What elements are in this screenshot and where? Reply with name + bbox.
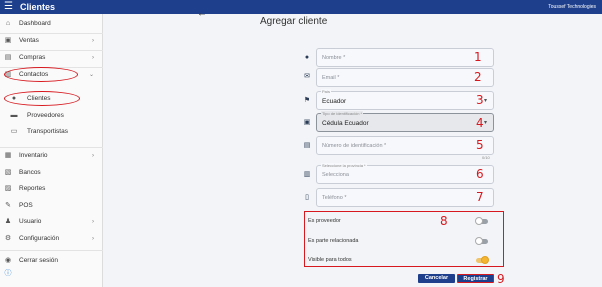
info-icon: ⓘ [4, 270, 12, 277]
pais-label: País [321, 89, 332, 94]
sidebar-item-ventas[interactable]: ▣ Ventas › [0, 33, 103, 49]
provincia-placeholder: Selecciona [322, 172, 349, 178]
tipo-identificacion-select[interactable]: Tipo de identificación * Cédula Ecuador … [316, 111, 494, 132]
sidebar-item-label: Bancos [19, 169, 41, 176]
annotation-8: 8 [440, 214, 448, 228]
info-button[interactable]: ⓘ [0, 266, 103, 282]
sidebar-item-compras[interactable]: ▤ Compras › [0, 50, 103, 66]
sidebar-item-label: Ventas [19, 37, 39, 44]
truck-icon: ▬ [10, 112, 18, 119]
mail-icon: ✉ [304, 73, 310, 80]
highlight-ellipse-clientes [4, 91, 80, 106]
sidebar-item-proveedores[interactable]: ▬ Proveedores [0, 108, 103, 124]
tipo-value: Cédula Ecuador [322, 120, 369, 127]
annotation-2: 2 [474, 70, 482, 84]
sidebar-item-inventario[interactable]: ▦ Inventario › [0, 148, 103, 164]
page-title: Clientes [20, 2, 56, 12]
highlight-ellipse-contactos [4, 67, 78, 82]
chevron-right-icon: › [92, 153, 94, 159]
sidebar-item-label: Proveedores [27, 112, 64, 119]
flag-icon: ⚑ [303, 97, 311, 104]
pais-value: Ecuador [322, 98, 347, 105]
telefono-field[interactable]: Teléfono * [316, 188, 494, 207]
sidebar-item-label: Inventario [19, 152, 48, 159]
sidebar-item-reportes[interactable]: ▨ Reportes [0, 181, 103, 197]
sidebar-item-transportistas[interactable]: ▭ Transportistas [0, 124, 103, 140]
telefono-placeholder: Teléfono * [322, 195, 347, 201]
user-icon: ♟ [4, 218, 12, 225]
phone-icon: ▯ [305, 194, 309, 201]
hamburger-icon[interactable]: ☰ [4, 1, 13, 13]
annotation-7: 7 [476, 190, 484, 204]
sidebar-item-label: Transportistas [27, 128, 68, 135]
sidebar-item-bancos[interactable]: ▧ Bancos [0, 165, 103, 181]
id-card-icon: ▭ [10, 128, 18, 135]
dropdown-arrow-icon: ▾ [483, 98, 487, 104]
sidebar-item-dashboard[interactable]: ⌂ Dashboard [0, 16, 103, 32]
annotation-4: 4 [476, 116, 484, 130]
es-parte-relacionada-label: Es parte relacionada [308, 238, 359, 244]
dropdown-arrow-icon: ▾ [483, 120, 487, 126]
logout-icon: ◉ [4, 257, 12, 264]
chevron-down-icon: ⌄ [88, 72, 94, 78]
sidebar-item-configuracion[interactable]: ⚙ Configuración › [0, 231, 103, 247]
annotation-6: 6 [476, 167, 484, 181]
email-placeholder: Email * [322, 75, 340, 81]
nombre-placeholder: Nombre * [322, 55, 346, 61]
email-field[interactable]: Email * [316, 68, 494, 87]
es-proveedor-toggle[interactable] [475, 217, 488, 225]
pos-icon: ✎ [5, 202, 11, 209]
visible-para-todos-toggle[interactable] [476, 256, 489, 264]
bag-icon: ▣ [4, 37, 12, 44]
provincia-select[interactable]: Seleccione la provincia * Selecciona [316, 163, 494, 184]
sidebar-item-label: Dashboard [19, 20, 51, 27]
es-proveedor-label: Es proveedor [308, 218, 341, 224]
company-name: Toussef Technologies [548, 4, 596, 10]
chevron-right-icon: › [92, 236, 94, 242]
sidebar-item-label: Configuración [19, 235, 60, 242]
character-counter: 0/10 [482, 155, 490, 160]
sidebar-item-label: Reportes [19, 185, 46, 192]
register-button[interactable]: Registrar [457, 274, 494, 283]
sidebar-item-pos[interactable]: ✎ POS [0, 198, 103, 214]
chevron-right-icon: › [92, 55, 94, 61]
tipo-label: Tipo de identificación * [321, 111, 364, 116]
sidebar-item-label: Usuario [19, 218, 42, 225]
sidebar-item-label: Cerrar sesión [19, 257, 59, 264]
back-arrow-icon[interactable]: ← [197, 8, 207, 19]
chevron-right-icon: › [92, 219, 94, 225]
sidebar: ⌂ Dashboard ▣ Ventas › ▤ Compras › ▥ Con… [0, 14, 103, 287]
report-icon: ▨ [4, 185, 12, 192]
id-badge-icon: ▤ [303, 142, 311, 149]
cancel-button[interactable]: Cancelar [418, 274, 455, 283]
numero-placeholder: Número de identificación * [322, 143, 387, 149]
annotation-3: 3 [476, 93, 484, 107]
home-icon: ⌂ [5, 20, 11, 27]
numero-identificacion-field[interactable]: Número de identificación * [316, 136, 494, 155]
sidebar-item-label: Compras [19, 54, 46, 61]
cart-icon: ▤ [4, 54, 12, 61]
person-icon: ● [304, 54, 310, 61]
gear-icon: ⚙ [4, 235, 12, 242]
annotation-5: 5 [476, 138, 484, 152]
es-parte-relacionada-toggle[interactable] [475, 237, 488, 245]
building-icon: ▥ [303, 171, 311, 178]
form-title: Agregar cliente [260, 16, 328, 27]
bank-icon: ▧ [4, 169, 12, 176]
box-icon: ▦ [4, 152, 12, 159]
provincia-label: Seleccione la provincia * [321, 163, 367, 168]
chevron-right-icon: › [92, 38, 94, 44]
nombre-field[interactable]: Nombre * [316, 48, 494, 67]
briefcase-icon: ▣ [303, 119, 311, 126]
visible-para-todos-label: Visible para todos [308, 257, 352, 263]
annotation-1: 1 [474, 50, 482, 64]
sidebar-item-usuario[interactable]: ♟ Usuario › [0, 214, 103, 230]
top-bar: ☰ Clientes Toussef Technologies [0, 0, 602, 14]
annotation-9: 9 [497, 272, 505, 286]
sidebar-item-label: POS [19, 202, 33, 209]
pais-select[interactable]: País Ecuador ▾ [316, 89, 494, 110]
